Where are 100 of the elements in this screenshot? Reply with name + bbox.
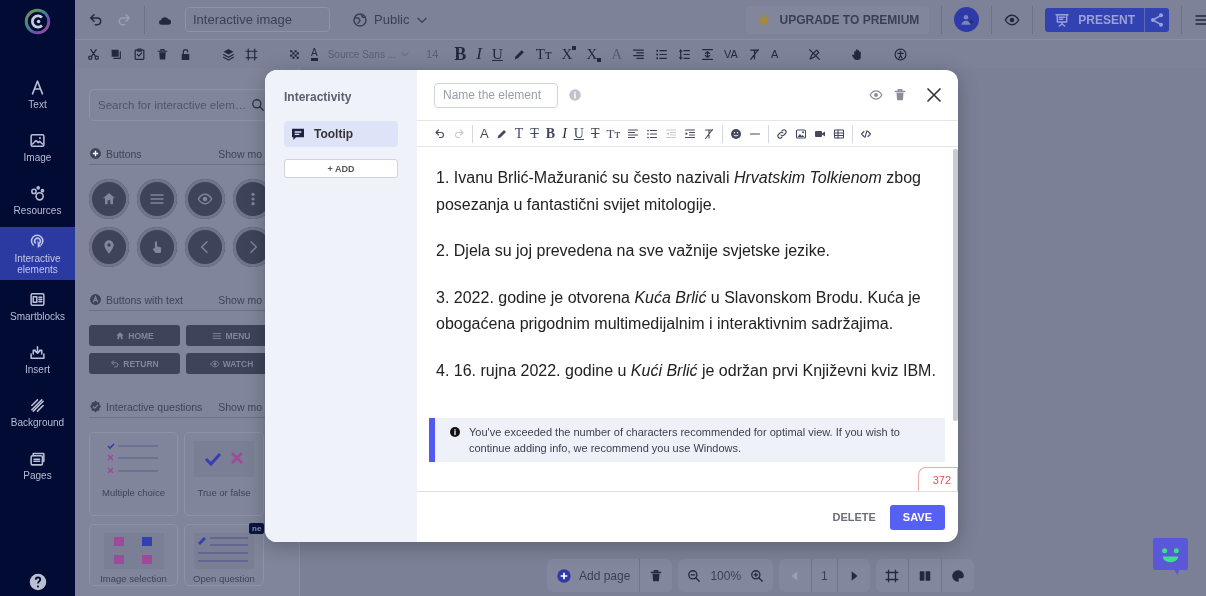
- lock-icon[interactable]: [179, 47, 192, 61]
- nav-item[interactable]: Interactive elements: [0, 227, 75, 280]
- undo-icon[interactable]: [88, 11, 104, 28]
- question-card[interactable]: Image selection: [89, 524, 178, 586]
- text-case-button[interactable]: Tт: [606, 126, 621, 141]
- accessibility-icon[interactable]: [894, 47, 908, 61]
- columns-icon[interactable]: [917, 568, 932, 583]
- underline-button[interactable]: U: [492, 46, 503, 62]
- align-right-icon[interactable]: [632, 47, 646, 61]
- smiley-icon[interactable]: [730, 127, 743, 140]
- show-more-link[interactable]: Show mo: [218, 400, 262, 413]
- nav-item[interactable]: Background: [0, 386, 75, 439]
- font-color-button[interactable]: A: [311, 47, 318, 61]
- layers-icon[interactable]: [222, 47, 235, 61]
- vertical-align-icon[interactable]: [701, 47, 715, 61]
- trash-icon[interactable]: [893, 88, 907, 102]
- trash-icon[interactable]: [156, 47, 169, 61]
- section-title: Interactive questions: [106, 400, 203, 413]
- text-button[interactable]: HOME: [89, 325, 180, 346]
- return-icon: [110, 358, 121, 369]
- bullet-list-icon[interactable]: [646, 127, 659, 140]
- font-color-button[interactable]: A: [480, 126, 489, 141]
- save-button[interactable]: SAVE: [889, 504, 945, 530]
- subscript-button[interactable]: X: [586, 46, 602, 62]
- search-icon[interactable]: [251, 98, 265, 112]
- insert-tray-icon: [29, 344, 46, 361]
- indent-icon[interactable]: [684, 127, 697, 140]
- undo-icon[interactable]: [434, 127, 446, 140]
- globe-icon: [352, 11, 368, 28]
- upgrade-button[interactable]: UPGRADE TO PREMIUM: [745, 5, 930, 34]
- circles-icon: [29, 185, 46, 202]
- zoom-in-icon[interactable]: [750, 568, 765, 583]
- show-more-link[interactable]: Show mo: [218, 293, 262, 306]
- show-more-link[interactable]: Show mo: [218, 147, 262, 160]
- card-label: True or false: [197, 487, 251, 498]
- superscript-button[interactable]: X: [561, 46, 577, 62]
- bullet-list-icon[interactable]: [655, 47, 669, 61]
- clipboard-check-icon[interactable]: [133, 47, 146, 61]
- tooltip-tab[interactable]: Tooltip: [284, 121, 398, 147]
- clear-format-icon[interactable]: [703, 127, 716, 140]
- crop-icon[interactable]: [245, 47, 258, 61]
- card-label: Image selection: [100, 573, 167, 584]
- pen-icon[interactable]: [495, 127, 508, 140]
- code-icon[interactable]: [860, 127, 873, 140]
- zoom-out-icon[interactable]: [687, 568, 702, 583]
- name-field[interactable]: Name the element: [434, 82, 558, 108]
- character-count: 372: [917, 467, 958, 491]
- italic-button[interactable]: I: [562, 126, 567, 141]
- paragraph: 2. Djela su joj prevedena na sve važnije svjetske jezike.: [436, 241, 831, 261]
- link-icon[interactable]: [776, 127, 789, 140]
- nav-item[interactable]: Image: [0, 121, 75, 174]
- delete-button[interactable]: DELETE: [832, 511, 876, 523]
- pen-icon[interactable]: [512, 47, 526, 61]
- bold-button[interactable]: B: [454, 46, 467, 62]
- home-icon: [101, 191, 117, 207]
- font-button[interactable]: T: [514, 126, 524, 141]
- bold-button[interactable]: B: [545, 126, 556, 141]
- table-icon[interactable]: [833, 127, 846, 140]
- cut-icon[interactable]: [87, 47, 100, 61]
- trash-icon[interactable]: [649, 568, 664, 583]
- text-button[interactable]: RETURN: [89, 353, 180, 374]
- nav-item[interactable]: Smartblocks: [0, 280, 75, 333]
- underline-button[interactable]: U: [573, 126, 584, 141]
- close-icon[interactable]: [925, 86, 943, 104]
- text-case-button[interactable]: Tт: [535, 46, 552, 62]
- add-button[interactable]: + ADD: [284, 159, 398, 178]
- clear-format-icon[interactable]: [747, 47, 761, 61]
- palette-icon[interactable]: [950, 568, 965, 583]
- visibility-dropdown[interactable]: Public: [352, 11, 430, 28]
- italic-button[interactable]: I: [476, 46, 482, 62]
- question-card[interactable]: Multiple choice: [89, 432, 178, 516]
- eye-icon: [197, 191, 213, 207]
- checkerboard-icon[interactable]: [288, 47, 301, 61]
- letter-spacing-button[interactable]: VA: [724, 46, 738, 62]
- check-and-cross-drawing: [193, 441, 255, 477]
- strikethrough-button[interactable]: T: [590, 126, 600, 141]
- question-card[interactable]: True or false: [184, 432, 264, 516]
- notice-text: You've exceeded the number of characters recommended for optimal view. If you wish to continue adding info, we recommend you use Windows.: [469, 425, 901, 456]
- help-icon[interactable]: [28, 573, 47, 591]
- image-icon[interactable]: [795, 127, 808, 140]
- nav-item[interactable]: Pages: [0, 439, 75, 492]
- add-page-button[interactable]: Add page: [556, 567, 631, 584]
- fit-icon[interactable]: [884, 568, 899, 583]
- project-title-field[interactable]: Interactive image: [185, 7, 330, 32]
- spellcheck-button[interactable]: A: [770, 46, 779, 62]
- card-label: Multiple choice: [102, 487, 165, 498]
- logo-icon[interactable]: [24, 8, 51, 35]
- chatbot-icon[interactable]: [1153, 538, 1188, 575]
- eye-icon[interactable]: [869, 88, 883, 102]
- card-label: Open question: [193, 573, 255, 584]
- nav-item[interactable]: Insert: [0, 333, 75, 386]
- align-left-icon[interactable]: [627, 127, 640, 140]
- copy-icon[interactable]: [110, 47, 123, 61]
- strikethrough-button[interactable]: T: [530, 126, 539, 141]
- scrollbar[interactable]: [953, 149, 958, 421]
- add-user-icon[interactable]: [954, 7, 980, 32]
- nav-item[interactable]: Resources: [0, 174, 75, 227]
- no-brush-icon[interactable]: [808, 47, 822, 61]
- nav-item[interactable]: Text: [0, 68, 75, 121]
- line-spacing-icon[interactable]: [678, 47, 692, 61]
